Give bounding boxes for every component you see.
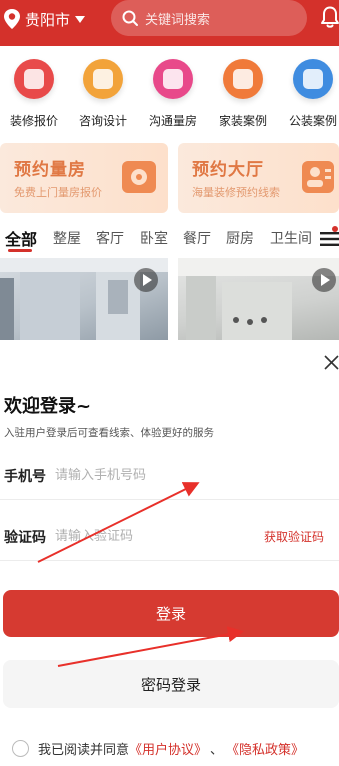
measure-icon xyxy=(153,59,193,99)
tab-active-indicator xyxy=(8,249,32,252)
agree-checkbox[interactable] xyxy=(12,740,29,757)
tab-dining-room[interactable]: 餐厅 xyxy=(183,228,211,248)
password-login-button[interactable]: 密码登录 xyxy=(3,660,339,708)
promo-title: 预约量房 xyxy=(14,160,86,180)
login-title: 欢迎登录~ xyxy=(4,396,92,417)
play-icon xyxy=(134,268,158,292)
category-label: 装修报价 xyxy=(9,114,58,128)
case-tabs: 全部 整屋 客厅 卧室 餐厅 厨房 卫生间 xyxy=(0,222,339,256)
search-bar[interactable]: 关键词搜索 xyxy=(111,0,307,36)
tab-bedroom[interactable]: 卧室 xyxy=(140,228,168,248)
tab-all[interactable]: 全部 xyxy=(5,226,37,250)
category-item-home-cases[interactable]: 家装案例 xyxy=(211,56,275,134)
divider xyxy=(0,560,339,561)
agree-separator: 、 xyxy=(210,743,224,758)
tab-kitchen[interactable]: 厨房 xyxy=(226,228,254,248)
category-label: 沟通量房 xyxy=(148,114,197,128)
caret-down-icon xyxy=(75,15,86,23)
tape-measure-icon xyxy=(122,161,156,193)
promo-subtitle: 海量装修预约线索 xyxy=(192,186,280,199)
tab-bathroom[interactable]: 卫生间 xyxy=(270,228,312,248)
code-input[interactable] xyxy=(55,524,235,548)
search-icon xyxy=(122,10,138,26)
menu-icon[interactable] xyxy=(320,232,339,246)
login-sheet: 欢迎登录~ 入驻用户登录后可查看线索、体验更好的服务 手机号 验证码 获取验证码… xyxy=(0,340,339,766)
promo-book-measure[interactable]: 预约量房 免费上门量房报价 xyxy=(0,143,168,213)
phone-label: 手机号 xyxy=(4,469,46,485)
location-pin-icon xyxy=(4,9,20,29)
city-selector[interactable]: 贵阳市 xyxy=(2,8,86,30)
bell-icon[interactable] xyxy=(318,4,339,30)
privacy-policy-link[interactable]: 《隐私政策》 xyxy=(226,739,304,758)
get-code-button[interactable]: 获取验证码 xyxy=(264,528,324,545)
city-name: 贵阳市 xyxy=(25,10,71,29)
case-thumbnail[interactable] xyxy=(178,258,339,340)
category-row: 装修报价 咨询设计 沟通量房 家装案例 公装案例 xyxy=(0,56,339,134)
category-item-measure[interactable]: 沟通量房 xyxy=(141,56,205,134)
contacts-icon xyxy=(302,161,334,193)
play-icon xyxy=(312,268,336,292)
category-item-quote[interactable]: 装修报价 xyxy=(2,56,66,134)
notification-dot xyxy=(332,226,338,232)
phone-input[interactable] xyxy=(55,463,255,487)
house-icon xyxy=(223,59,263,99)
promo-booking-hall[interactable]: 预约大厅 海量装修预约线索 xyxy=(178,143,339,213)
login-subtitle: 入驻用户登录后可查看线索、体验更好的服务 xyxy=(4,427,214,439)
category-item-office-cases[interactable]: 公装案例 xyxy=(281,56,339,134)
tab-whole-house[interactable]: 整屋 xyxy=(53,228,81,248)
quote-icon xyxy=(14,59,54,99)
chat-icon xyxy=(83,59,123,99)
category-label: 咨询设计 xyxy=(78,114,127,128)
top-bar: 贵阳市 关键词搜索 xyxy=(0,0,339,46)
user-agreement-link[interactable]: 《用户协议》 xyxy=(129,739,207,758)
agree-text: 我已阅读并同意 xyxy=(38,743,130,758)
category-label: 家装案例 xyxy=(218,114,267,128)
code-label: 验证码 xyxy=(4,530,46,546)
search-placeholder: 关键词搜索 xyxy=(145,12,211,28)
category-label: 公装案例 xyxy=(288,114,337,128)
agreement-row: 我已阅读并同意 《用户协议》 、 《隐私政策》 xyxy=(12,739,304,758)
login-button[interactable]: 登录 xyxy=(3,590,339,637)
divider xyxy=(0,499,339,500)
building-icon xyxy=(293,59,333,99)
case-thumbnail[interactable] xyxy=(0,258,168,340)
category-item-consult[interactable]: 咨询设计 xyxy=(71,56,135,134)
promo-title: 预约大厅 xyxy=(192,160,264,180)
close-icon[interactable] xyxy=(324,355,339,370)
tab-living-room[interactable]: 客厅 xyxy=(96,228,124,248)
promo-subtitle: 免费上门量房报价 xyxy=(14,186,102,199)
